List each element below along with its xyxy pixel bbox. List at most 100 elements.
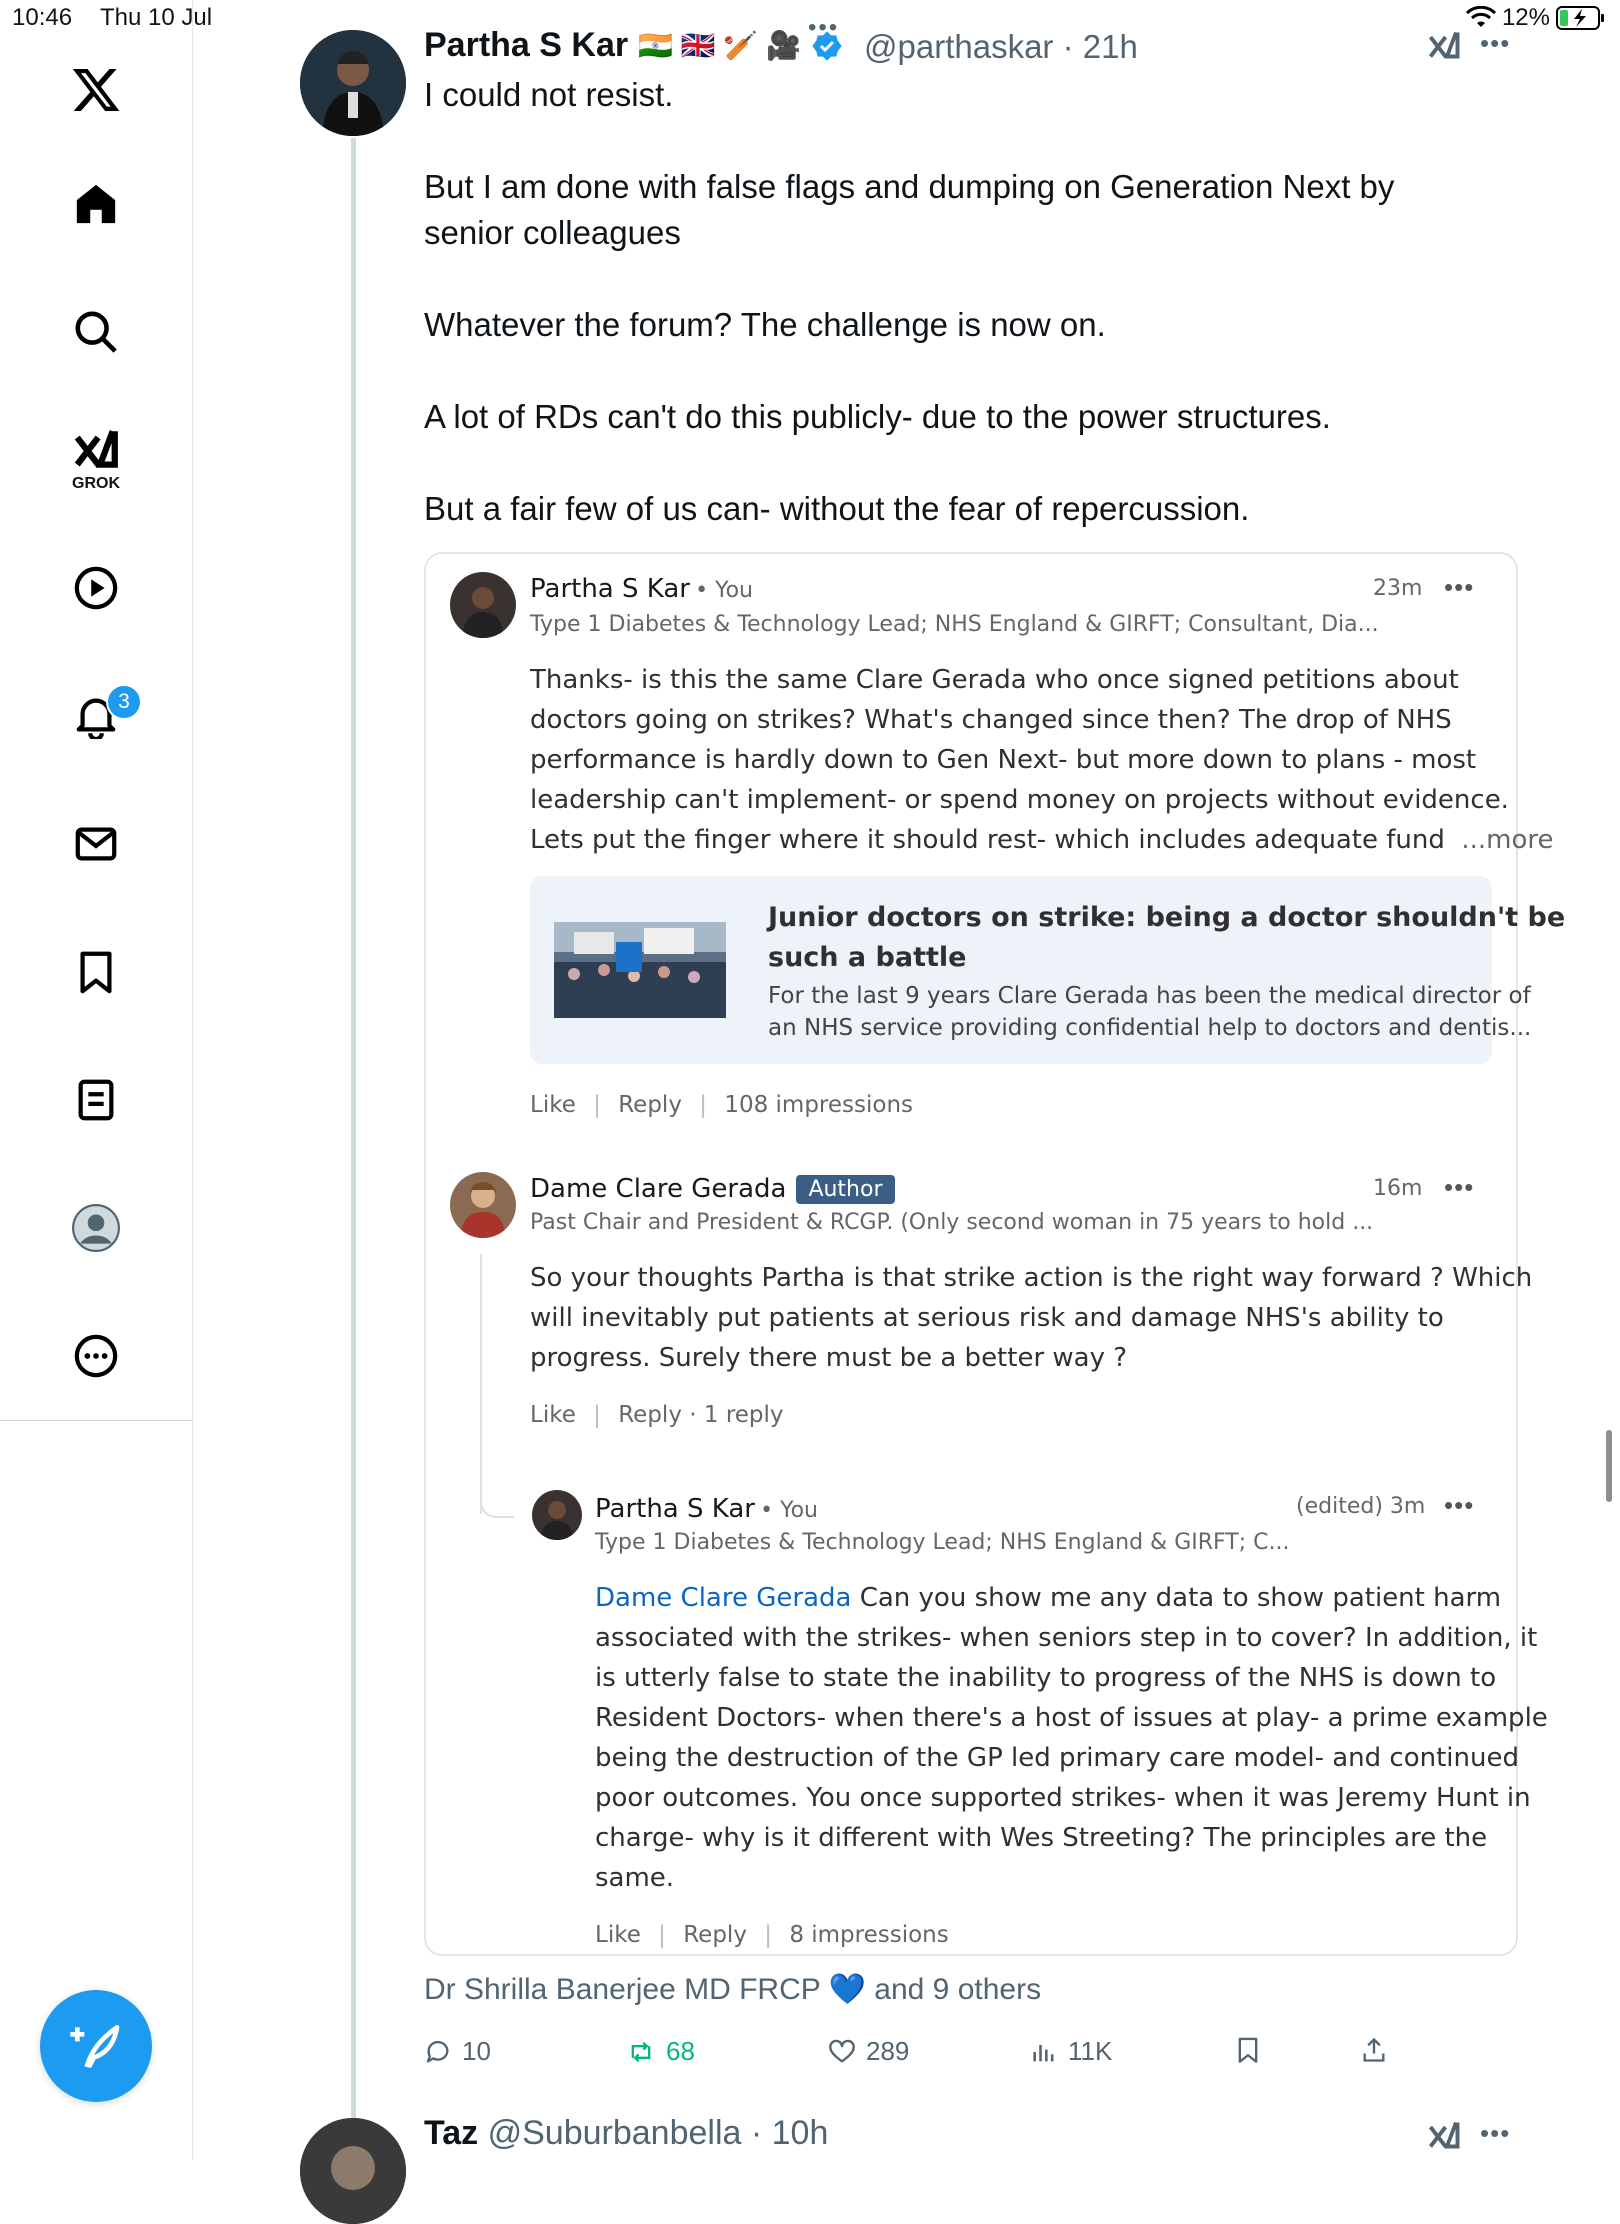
compose-feather-icon: [70, 2025, 120, 2069]
article-title: Junior doctors on strike: being a doctor…: [768, 898, 1565, 978]
comment-body-line: being the destruction of the GP led prim…: [595, 1743, 1519, 1773]
tweet-author-avatar[interactable]: [300, 30, 406, 136]
article-desc-line: an NHS service providing confidential he…: [768, 1015, 1532, 1041]
comment-author-subtitle: Type 1 Diabetes & Technology Lead; NHS E…: [595, 1530, 1290, 1555]
comment-time: 23m: [1373, 576, 1423, 601]
home-icon[interactable]: [66, 174, 126, 234]
views-button[interactable]: 11K: [1030, 2036, 1112, 2067]
next-tweet-more-options-icon[interactable]: •••: [1480, 2118, 1510, 2149]
like-action: Like: [530, 1402, 576, 1428]
comment-body-line: Can you show me any data to show patient…: [851, 1583, 1502, 1613]
reply-thread-line: [480, 1254, 482, 1514]
lists-icon[interactable]: [66, 1070, 126, 1130]
like-action: Like: [530, 1092, 576, 1118]
x-logo-icon[interactable]: [66, 60, 126, 120]
comment-body: So your thoughts Partha is that strike a…: [530, 1258, 1532, 1378]
comment-body-line: associated with the strikes- when senior…: [595, 1623, 1538, 1653]
sidebar: GROK 3: [0, 0, 192, 1421]
comment-avatar: [532, 1490, 582, 1540]
like-button[interactable]: 289: [828, 2036, 909, 2067]
bookmark-icon[interactable]: [66, 942, 126, 1002]
article-title-line: such a battle: [768, 942, 967, 973]
comment-more-icon: •••: [1444, 1490, 1475, 1520]
comment-actions: Like | Reply · 1 reply: [530, 1402, 784, 1428]
compose-post-button[interactable]: [40, 1990, 152, 2102]
carousel-dots-indicator: •••: [808, 14, 840, 41]
comment-avatar: [450, 572, 516, 638]
liked-by-name[interactable]: Dr Shrilla Banerjee MD FRCP: [424, 1973, 820, 2006]
tweet-author-name-row[interactable]: Partha S Kar 🇮🇳 🇬🇧 🏏 🎥: [424, 26, 843, 65]
profile-avatar-icon[interactable]: [66, 1198, 126, 1258]
author-badge: Author: [796, 1174, 895, 1204]
tweet-time: · 21h: [1062, 28, 1138, 65]
repost-count: 68: [666, 2036, 695, 2066]
comment-time: 16m: [1373, 1176, 1423, 1201]
repost-button[interactable]: 68: [626, 2036, 695, 2067]
reply-count: · 1 reply: [689, 1402, 784, 1428]
comment-body-line: progress. Surely there must be a better …: [530, 1343, 1128, 1373]
article-description: For the last 9 years Clare Gerada has be…: [768, 980, 1531, 1044]
comment-body-line: doctors going on strikes? What's changed…: [530, 705, 1452, 735]
reply-icon: [426, 2040, 449, 2062]
next-tweet-author-name[interactable]: Taz: [424, 2114, 478, 2152]
comment-body-line: poor outcomes. You once supported strike…: [595, 1783, 1531, 1813]
comment-body-line: is utterly false to state the inability …: [595, 1663, 1497, 1693]
comment-author-subtitle: Type 1 Diabetes & Technology Lead; NHS E…: [530, 612, 1379, 637]
tweet-author-name[interactable]: Partha S Kar: [424, 26, 628, 65]
tweet-more-options-icon[interactable]: •••: [1480, 28, 1510, 59]
comment-body-line: leadership can't implement- or spend mon…: [530, 785, 1509, 815]
comment-body-line: same.: [595, 1863, 675, 1893]
next-tweet-handle[interactable]: @Suburbanbella: [488, 2114, 742, 2152]
comment-body-line: charge- why is it different with Wes Str…: [595, 1823, 1488, 1853]
views-count: 11K: [1068, 2036, 1113, 2066]
impressions-count: 8 impressions: [789, 1922, 949, 1948]
bookmark-icon: [1238, 2037, 1258, 2063]
tweet-handle[interactable]: @parthaskar: [864, 28, 1053, 65]
notifications-badge: 3: [106, 684, 142, 720]
see-more-link: ...more: [1461, 825, 1554, 855]
tweet-text-line: senior colleagues: [424, 214, 681, 251]
grok-icon[interactable]: GROK: [66, 420, 126, 500]
author-emoji-flags: 🇮🇳 🇬🇧 🏏 🎥: [638, 30, 801, 61]
comment-author-name: Partha S Kar: [595, 1494, 755, 1524]
comment-header: Dame Clare Gerada Author: [530, 1174, 895, 1204]
reply-action: Reply: [618, 1402, 682, 1428]
next-tweet-header: Taz @Suburbanbella · 10h: [424, 2114, 828, 2153]
search-icon[interactable]: [66, 302, 126, 362]
comment-body-line: Lets put the finger where it should rest…: [530, 825, 1445, 855]
mention-link: Dame Clare Gerada: [595, 1583, 852, 1613]
thread-connector-line: [351, 138, 356, 2128]
reply-thread-curve: [480, 1480, 514, 1518]
comment-body-line: Resident Doctors- when there's a host of…: [595, 1703, 1548, 1733]
grok-label: GROK: [72, 475, 120, 492]
bookmark-button[interactable]: [1234, 2036, 1262, 2064]
comment-more-icon: •••: [1444, 572, 1475, 602]
reply-button[interactable]: 10: [424, 2036, 491, 2067]
article-desc-line: For the last 9 years Clare Gerada has be…: [768, 983, 1531, 1009]
comment-body-line: Thanks- is this the same Clare Gerada wh…: [530, 665, 1459, 695]
grok-explain-icon[interactable]: [1426, 2118, 1462, 2159]
grok-explain-icon[interactable]: [1426, 28, 1462, 69]
impressions-count: 108 impressions: [724, 1092, 914, 1118]
video-play-icon[interactable]: [66, 558, 126, 618]
liked-by-others[interactable]: and 9 others: [874, 1973, 1041, 2006]
comment-header: Partha S Kar • You: [530, 574, 753, 604]
next-tweet-author-avatar[interactable]: [300, 2118, 406, 2224]
tweet-text-line: Whatever the forum? The challenge is now…: [424, 306, 1106, 343]
comment-body-line: performance is hardly down to Gen Next- …: [530, 745, 1477, 775]
scrollbar-thumb[interactable]: [1606, 1430, 1612, 1502]
comment-body: Dame Clare Gerada Can you show me any da…: [595, 1578, 1548, 1898]
more-circle-icon[interactable]: [66, 1326, 126, 1386]
comment-you-tag: • You: [760, 1498, 818, 1523]
like-count: 289: [866, 2036, 910, 2066]
blue-heart-icon: 💙: [828, 1973, 866, 2006]
messages-envelope-icon[interactable]: [66, 814, 126, 874]
share-button[interactable]: [1360, 2036, 1388, 2064]
tweet-handle-time: @parthaskar · 21h: [864, 28, 1138, 66]
article-thumbnail: [554, 922, 726, 1018]
views-chart-icon: [1033, 2044, 1054, 2061]
liked-by-row[interactable]: Dr Shrilla Banerjee MD FRCP 💙 and 9 othe…: [424, 1972, 1041, 2007]
comment-author-subtitle: Past Chair and President & RCGP. (Only s…: [530, 1210, 1374, 1235]
like-action: Like: [595, 1922, 641, 1948]
comment-body-line: So your thoughts Partha is that strike a…: [530, 1263, 1533, 1293]
